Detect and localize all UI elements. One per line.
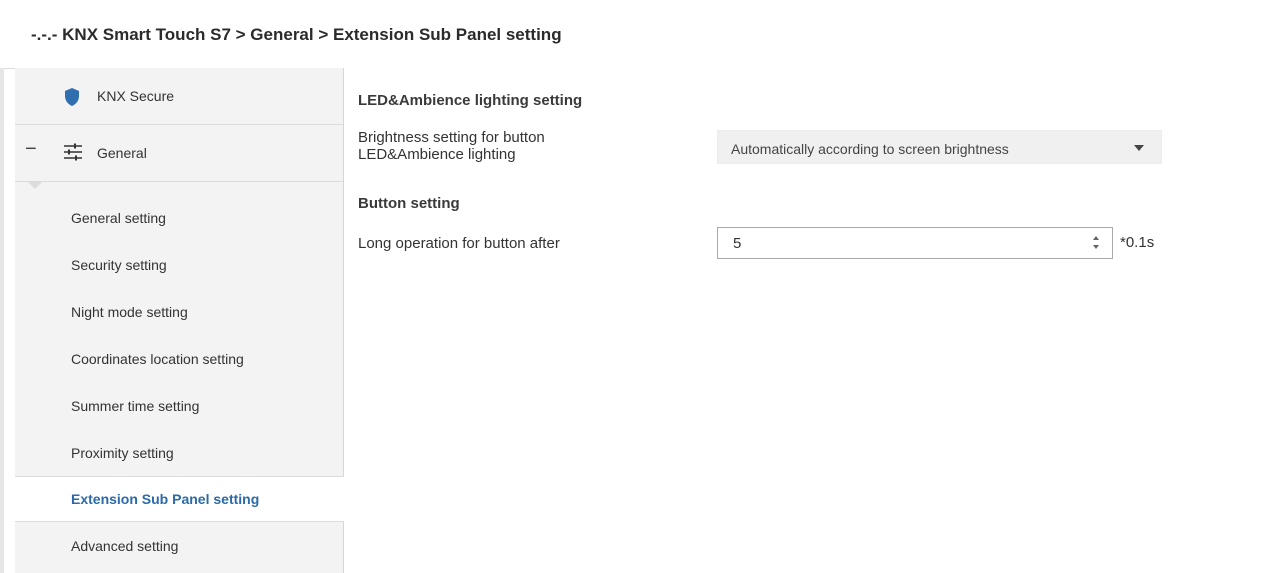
sidebar-item-general[interactable]: − General <box>15 125 343 182</box>
sidebar-item-label: Advanced setting <box>71 538 179 554</box>
sidebar-item-advanced-setting[interactable]: Advanced setting <box>15 524 343 568</box>
collapse-icon[interactable]: − <box>25 138 37 161</box>
shield-icon <box>65 88 79 106</box>
sliders-icon <box>64 143 82 161</box>
long-operation-unit: *0.1s <box>1120 234 1155 251</box>
sidebar-item-label: KNX Secure <box>97 88 175 104</box>
sidebar-item-label: Coordinates location setting <box>71 351 244 367</box>
spin-up-icon[interactable] <box>1093 236 1099 240</box>
sidebar-item-security-setting[interactable]: Security setting <box>15 243 343 287</box>
brightness-setting-label: Brightness setting for button LED&Ambien… <box>358 129 545 163</box>
sidebar-item-summer-time-setting[interactable]: Summer time setting <box>15 384 343 428</box>
group-pointer <box>27 181 43 189</box>
brightness-label-line2: LED&Ambience lighting <box>358 146 516 163</box>
sidebar: KNX Secure − General General setting Sec… <box>15 68 344 573</box>
sidebar-item-night-mode-setting[interactable]: Night mode setting <box>15 290 343 334</box>
breadcrumb: -.-.- KNX Smart Touch S7 > General > Ext… <box>31 25 562 44</box>
sidebar-item-label: General setting <box>71 210 166 226</box>
spin-down-icon[interactable] <box>1093 245 1099 249</box>
sidebar-item-label: General <box>97 145 147 161</box>
title-bar: -.-.- KNX Smart Touch S7 > General > Ext… <box>0 0 1282 69</box>
sidebar-item-coordinates-location-setting[interactable]: Coordinates location setting <box>15 337 343 381</box>
chevron-down-icon <box>1134 145 1144 151</box>
sidebar-item-label: Night mode setting <box>71 304 188 320</box>
long-operation-value: 5 <box>733 235 742 252</box>
long-operation-label: Long operation for button after <box>358 235 560 252</box>
brightness-label-line1: Brightness setting for button <box>358 129 545 146</box>
sidebar-item-label: Proximity setting <box>71 445 174 461</box>
parameter-panel: LED&Ambience lighting setting Brightness… <box>344 68 1282 573</box>
left-edge-strip <box>0 68 4 573</box>
sidebar-item-knx-secure[interactable]: KNX Secure <box>15 68 343 125</box>
sidebar-item-extension-sub-panel-setting[interactable]: Extension Sub Panel setting <box>15 476 344 522</box>
brightness-dropdown[interactable]: Automatically according to screen bright… <box>717 130 1162 164</box>
brightness-dropdown-value: Automatically according to screen bright… <box>731 141 1009 157</box>
sidebar-item-general-setting[interactable]: General setting <box>15 196 343 240</box>
sidebar-item-proximity-setting[interactable]: Proximity setting <box>15 431 343 475</box>
long-operation-stepper[interactable]: 5 <box>717 227 1113 259</box>
sidebar-item-label: Summer time setting <box>71 398 200 414</box>
section-title-led-ambience: LED&Ambience lighting setting <box>358 92 583 109</box>
sidebar-item-label: Security setting <box>71 257 167 273</box>
sidebar-item-label: Extension Sub Panel setting <box>71 491 260 507</box>
section-title-button-setting: Button setting <box>358 195 460 212</box>
